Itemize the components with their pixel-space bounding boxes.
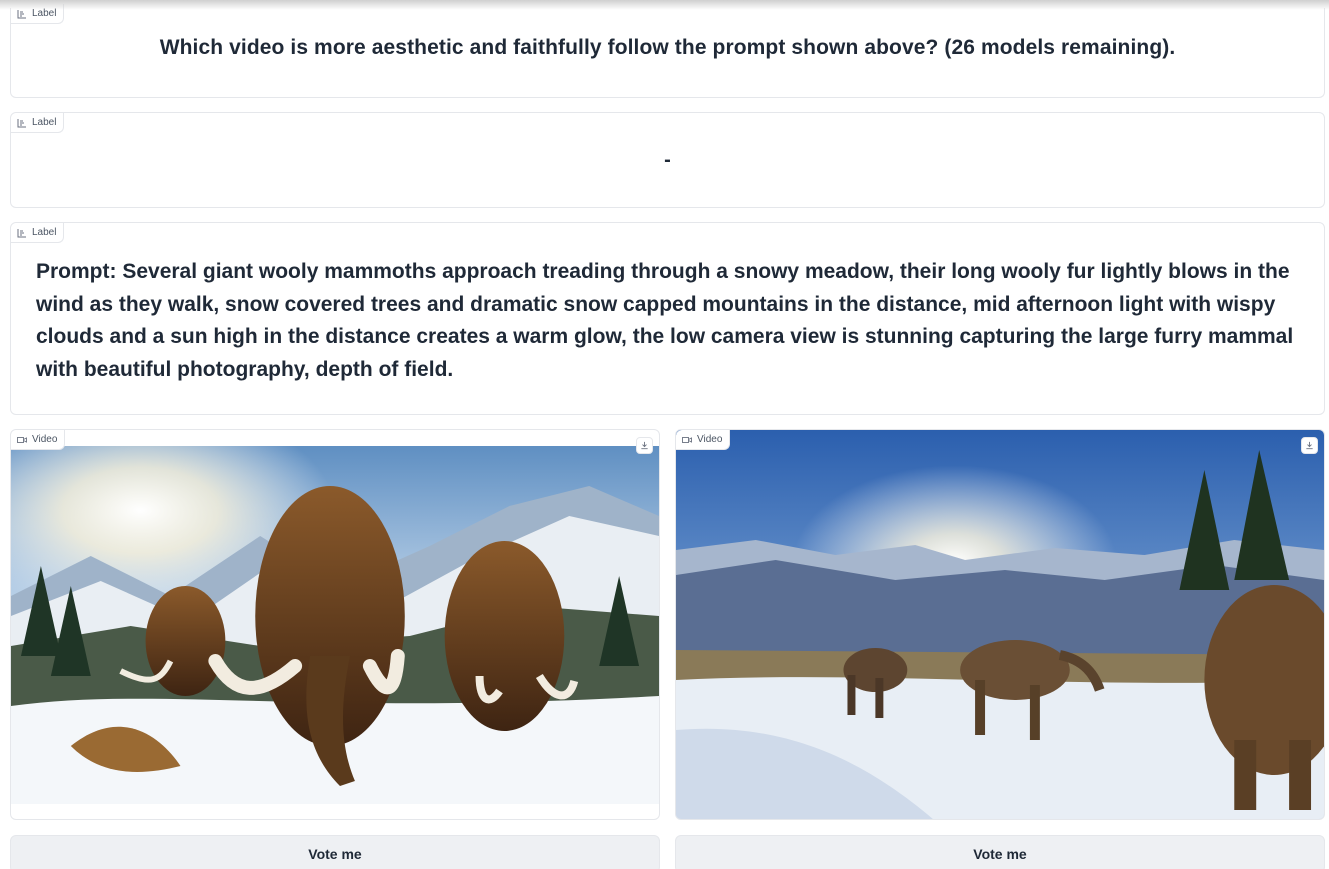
bar-chart-icon bbox=[17, 228, 26, 237]
video-camera-icon bbox=[682, 436, 692, 443]
vote-left-button[interactable]: Vote me bbox=[10, 835, 660, 869]
download-button[interactable] bbox=[636, 437, 653, 454]
label-tag-text: Label bbox=[32, 227, 57, 238]
download-icon bbox=[1306, 441, 1313, 450]
label-tag: Label bbox=[11, 223, 65, 243]
mammoth-scene-right bbox=[676, 430, 1324, 819]
label-tag-text: Label bbox=[32, 117, 57, 128]
video-frame-right[interactable] bbox=[676, 430, 1324, 819]
video-tag-text: Video bbox=[32, 434, 58, 445]
bar-chart-icon bbox=[17, 118, 26, 127]
question-label-panel: Label Which video is more aesthetic and … bbox=[10, 4, 1325, 98]
video-frame-left[interactable] bbox=[11, 446, 659, 804]
download-button[interactable] bbox=[1301, 437, 1318, 454]
video-player-right[interactable]: Video bbox=[675, 429, 1325, 820]
video-player-left[interactable]: Video bbox=[10, 429, 660, 820]
vote-right-button[interactable]: Vote me bbox=[675, 835, 1325, 869]
bar-chart-icon bbox=[17, 9, 26, 18]
prompt-text: Prompt: Several giant wooly mammoths app… bbox=[36, 260, 1294, 381]
mammoth-scene-left bbox=[11, 446, 659, 804]
video-tag: Video bbox=[676, 430, 731, 450]
question-text: Which video is more aesthetic and faithf… bbox=[159, 36, 1176, 59]
download-icon bbox=[641, 441, 648, 450]
video-camera-icon bbox=[17, 436, 27, 443]
label-tag: Label bbox=[11, 113, 65, 133]
result-label-panel: Label - bbox=[10, 112, 1325, 208]
video-tag: Video bbox=[11, 430, 66, 450]
top-shadow bbox=[0, 0, 1329, 10]
video-tag-text: Video bbox=[697, 434, 723, 445]
prompt-label-panel: Label Prompt: Several giant wooly mammot… bbox=[10, 222, 1325, 415]
result-text: - bbox=[664, 149, 671, 171]
